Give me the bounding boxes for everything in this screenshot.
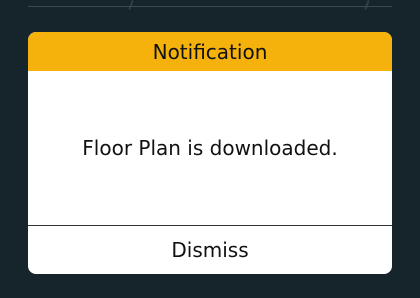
dismiss-button-label: Dismiss [171,238,249,262]
background-divider [28,6,392,7]
dismiss-button[interactable]: Dismiss [28,226,392,274]
notification-dialog: Notification Floor Plan is downloaded. D… [28,32,392,274]
dialog-body: Floor Plan is downloaded. [28,71,392,225]
dialog-title: Notification [152,39,268,64]
dialog-message: Floor Plan is downloaded. [82,136,338,160]
dialog-header: Notification [28,32,392,71]
